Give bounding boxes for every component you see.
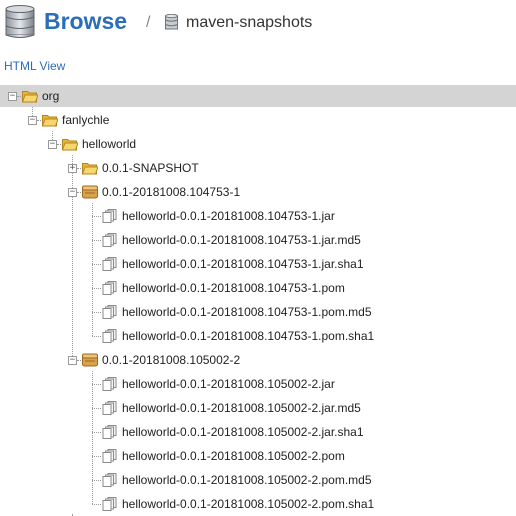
tree-folder-row[interactable]: − 0.0.1-20181008.105002-2 bbox=[0, 349, 516, 371]
file-icon bbox=[102, 233, 118, 247]
tree-connector bbox=[92, 216, 101, 217]
tree-connector bbox=[92, 384, 101, 385]
database-icon bbox=[5, 5, 35, 38]
tree-node-label[interactable]: helloworld-0.0.1-20181008.104753-1.jar.s… bbox=[122, 253, 364, 275]
tree-node-label[interactable]: helloworld-0.0.1-20181008.104753-1.pom.m… bbox=[122, 301, 372, 323]
tree-connector bbox=[17, 96, 21, 97]
collapse-toggle[interactable]: − bbox=[8, 92, 17, 101]
tree-node-label[interactable]: helloworld-0.0.1-20181008.104753-1.pom.s… bbox=[122, 325, 374, 347]
package-icon bbox=[82, 353, 98, 367]
file-icon bbox=[102, 329, 118, 343]
tree-connector bbox=[92, 408, 101, 409]
html-view-link[interactable]: HTML View bbox=[4, 58, 65, 74]
file-icon bbox=[102, 473, 118, 487]
file-icon bbox=[102, 257, 118, 271]
tree-asset-row[interactable]: helloworld-0.0.1-20181008.104753-1.jar bbox=[0, 205, 516, 227]
tree-asset-row[interactable]: helloworld-0.0.1-20181008.104753-1.jar.m… bbox=[0, 229, 516, 251]
tree-asset-row[interactable]: helloworld-0.0.1-20181008.104753-1.pom.s… bbox=[0, 325, 516, 347]
tree-connector bbox=[92, 336, 101, 337]
breadcrumb-repository[interactable]: maven-snapshots bbox=[186, 13, 312, 33]
file-icon bbox=[102, 497, 118, 511]
file-icon bbox=[102, 209, 118, 223]
breadcrumb-separator: / bbox=[146, 14, 151, 31]
tree-connector bbox=[77, 168, 81, 169]
file-icon bbox=[102, 377, 118, 391]
tree-connector bbox=[77, 360, 81, 361]
tree-node-label[interactable]: helloworld-0.0.1-20181008.105002-2.pom.s… bbox=[122, 493, 374, 515]
tree-node-label[interactable]: 0.0.1-20181008.105002-2 bbox=[102, 349, 240, 371]
tree-node-label[interactable]: helloworld-0.0.1-20181008.104753-1.pom bbox=[122, 277, 345, 299]
tree-asset-row[interactable]: helloworld-0.0.1-20181008.104753-1.pom.m… bbox=[0, 301, 516, 323]
tree-connector bbox=[37, 120, 41, 121]
file-icon bbox=[102, 281, 118, 295]
tree-asset-row[interactable]: helloworld-0.0.1-20181008.104753-1.jar.s… bbox=[0, 253, 516, 275]
tree-node-label[interactable]: helloworld-0.0.1-20181008.105002-2.jar.s… bbox=[122, 421, 364, 443]
tree-node-label[interactable]: fanlychle bbox=[62, 109, 109, 131]
collapse-toggle[interactable]: − bbox=[28, 116, 37, 125]
tree-connector bbox=[92, 480, 101, 481]
tree-node-label[interactable]: org bbox=[42, 85, 59, 107]
page-title: Browse bbox=[44, 8, 128, 34]
tree-connector bbox=[92, 456, 101, 457]
tree-folder-row[interactable]: − fanlychle bbox=[0, 109, 516, 131]
tree-asset-row[interactable]: helloworld-0.0.1-20181008.105002-2.pom bbox=[0, 445, 516, 467]
collapse-toggle[interactable]: − bbox=[48, 140, 57, 149]
tree-folder-row[interactable]: − org bbox=[0, 85, 516, 107]
tree-node-label[interactable]: helloworld-0.0.1-20181008.104753-1.jar bbox=[122, 205, 335, 227]
repository-tree: − org − fanlychle − helloworld +0.0.1-SNAPSHOT… bbox=[0, 84, 516, 516]
collapse-toggle[interactable]: − bbox=[68, 188, 77, 197]
expand-toggle[interactable]: + bbox=[68, 164, 77, 173]
tree-connector bbox=[92, 432, 101, 433]
tree-node-label[interactable]: helloworld-0.0.1-20181008.105002-2.jar bbox=[122, 373, 335, 395]
tree-asset-row[interactable]: helloworld-0.0.1-20181008.105002-2.pom.m… bbox=[0, 469, 516, 491]
tree-node-label[interactable]: 0.0.1-SNAPSHOT bbox=[102, 157, 199, 179]
tree-node-label[interactable]: helloworld-0.0.1-20181008.105002-2.pom bbox=[122, 445, 345, 467]
tree-connector bbox=[92, 240, 101, 241]
tree-connector bbox=[92, 504, 101, 505]
tree-node-label[interactable]: helloworld-0.0.1-20181008.105002-2.jar.m… bbox=[122, 397, 361, 419]
folder-open-icon bbox=[21, 89, 39, 103]
tree-asset-row[interactable]: helloworld-0.0.1-20181008.105002-2.jar.m… bbox=[0, 397, 516, 419]
file-icon bbox=[102, 449, 118, 463]
folder-open-icon bbox=[41, 113, 59, 127]
tree-node-label[interactable]: helloworld bbox=[82, 133, 136, 155]
tree-connector bbox=[92, 288, 101, 289]
collapse-toggle[interactable]: − bbox=[68, 356, 77, 365]
folder-open-icon bbox=[61, 137, 79, 151]
folder-open-icon bbox=[81, 161, 99, 175]
tree-connector bbox=[77, 192, 81, 193]
tree-asset-row[interactable]: helloworld-0.0.1-20181008.104753-1.pom bbox=[0, 277, 516, 299]
tree-folder-row[interactable]: − 0.0.1-20181008.104753-1 bbox=[0, 181, 516, 203]
file-icon bbox=[102, 425, 118, 439]
tree-connector bbox=[92, 264, 101, 265]
tree-connector bbox=[92, 312, 101, 313]
tree-asset-row[interactable]: helloworld-0.0.1-20181008.105002-2.jar bbox=[0, 373, 516, 395]
page-header: Browse / maven-snapshots bbox=[0, 0, 516, 46]
tree-node-label[interactable]: helloworld-0.0.1-20181008.104753-1.jar.m… bbox=[122, 229, 361, 251]
tree-asset-row[interactable]: helloworld-0.0.1-20181008.105002-2.pom.s… bbox=[0, 493, 516, 515]
file-icon bbox=[102, 305, 118, 319]
tree-node-label[interactable]: 0.0.1-20181008.104753-1 bbox=[102, 181, 240, 203]
tree-connector bbox=[57, 144, 61, 145]
tree-node-label[interactable]: helloworld-0.0.1-20181008.105002-2.pom.m… bbox=[122, 469, 372, 491]
tree-folder-row[interactable]: +0.0.1-SNAPSHOT bbox=[0, 157, 516, 179]
file-icon bbox=[102, 401, 118, 415]
tree-folder-row[interactable]: − helloworld bbox=[0, 133, 516, 155]
tree-asset-row[interactable]: helloworld-0.0.1-20181008.105002-2.jar.s… bbox=[0, 421, 516, 443]
package-icon bbox=[82, 185, 98, 199]
database-icon bbox=[165, 14, 178, 30]
